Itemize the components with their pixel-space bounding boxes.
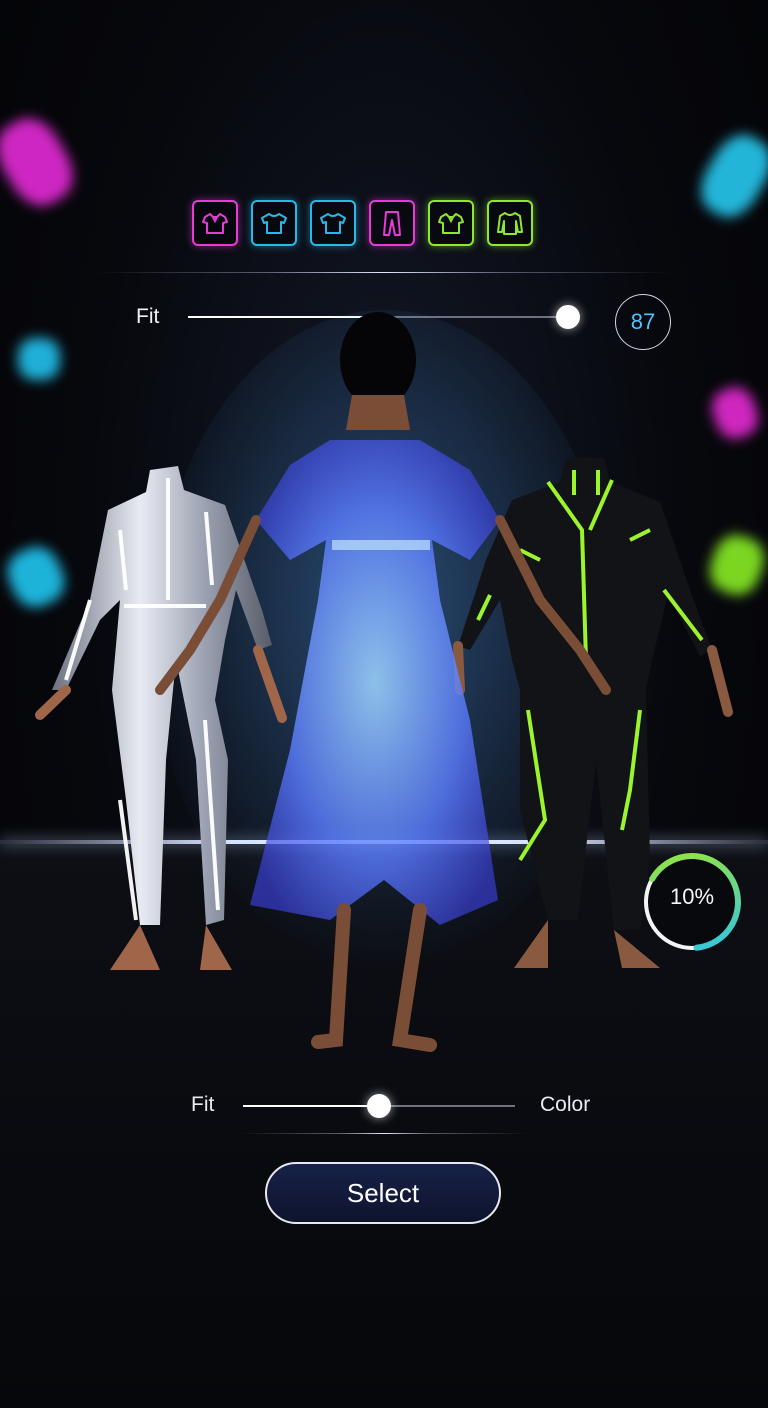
fit-color-slider-fill: [243, 1105, 379, 1107]
fit-color-slider[interactable]: [243, 1094, 515, 1118]
fit-color-slider-thumb[interactable]: [367, 1094, 391, 1118]
select-button[interactable]: Select: [265, 1162, 501, 1224]
color-label: Color: [540, 1093, 591, 1116]
progress-label: 10%: [669, 884, 715, 909]
fit-label: Fit: [191, 1093, 215, 1116]
divider: [240, 1133, 528, 1134]
select-button-label: Select: [346, 1177, 420, 1208]
